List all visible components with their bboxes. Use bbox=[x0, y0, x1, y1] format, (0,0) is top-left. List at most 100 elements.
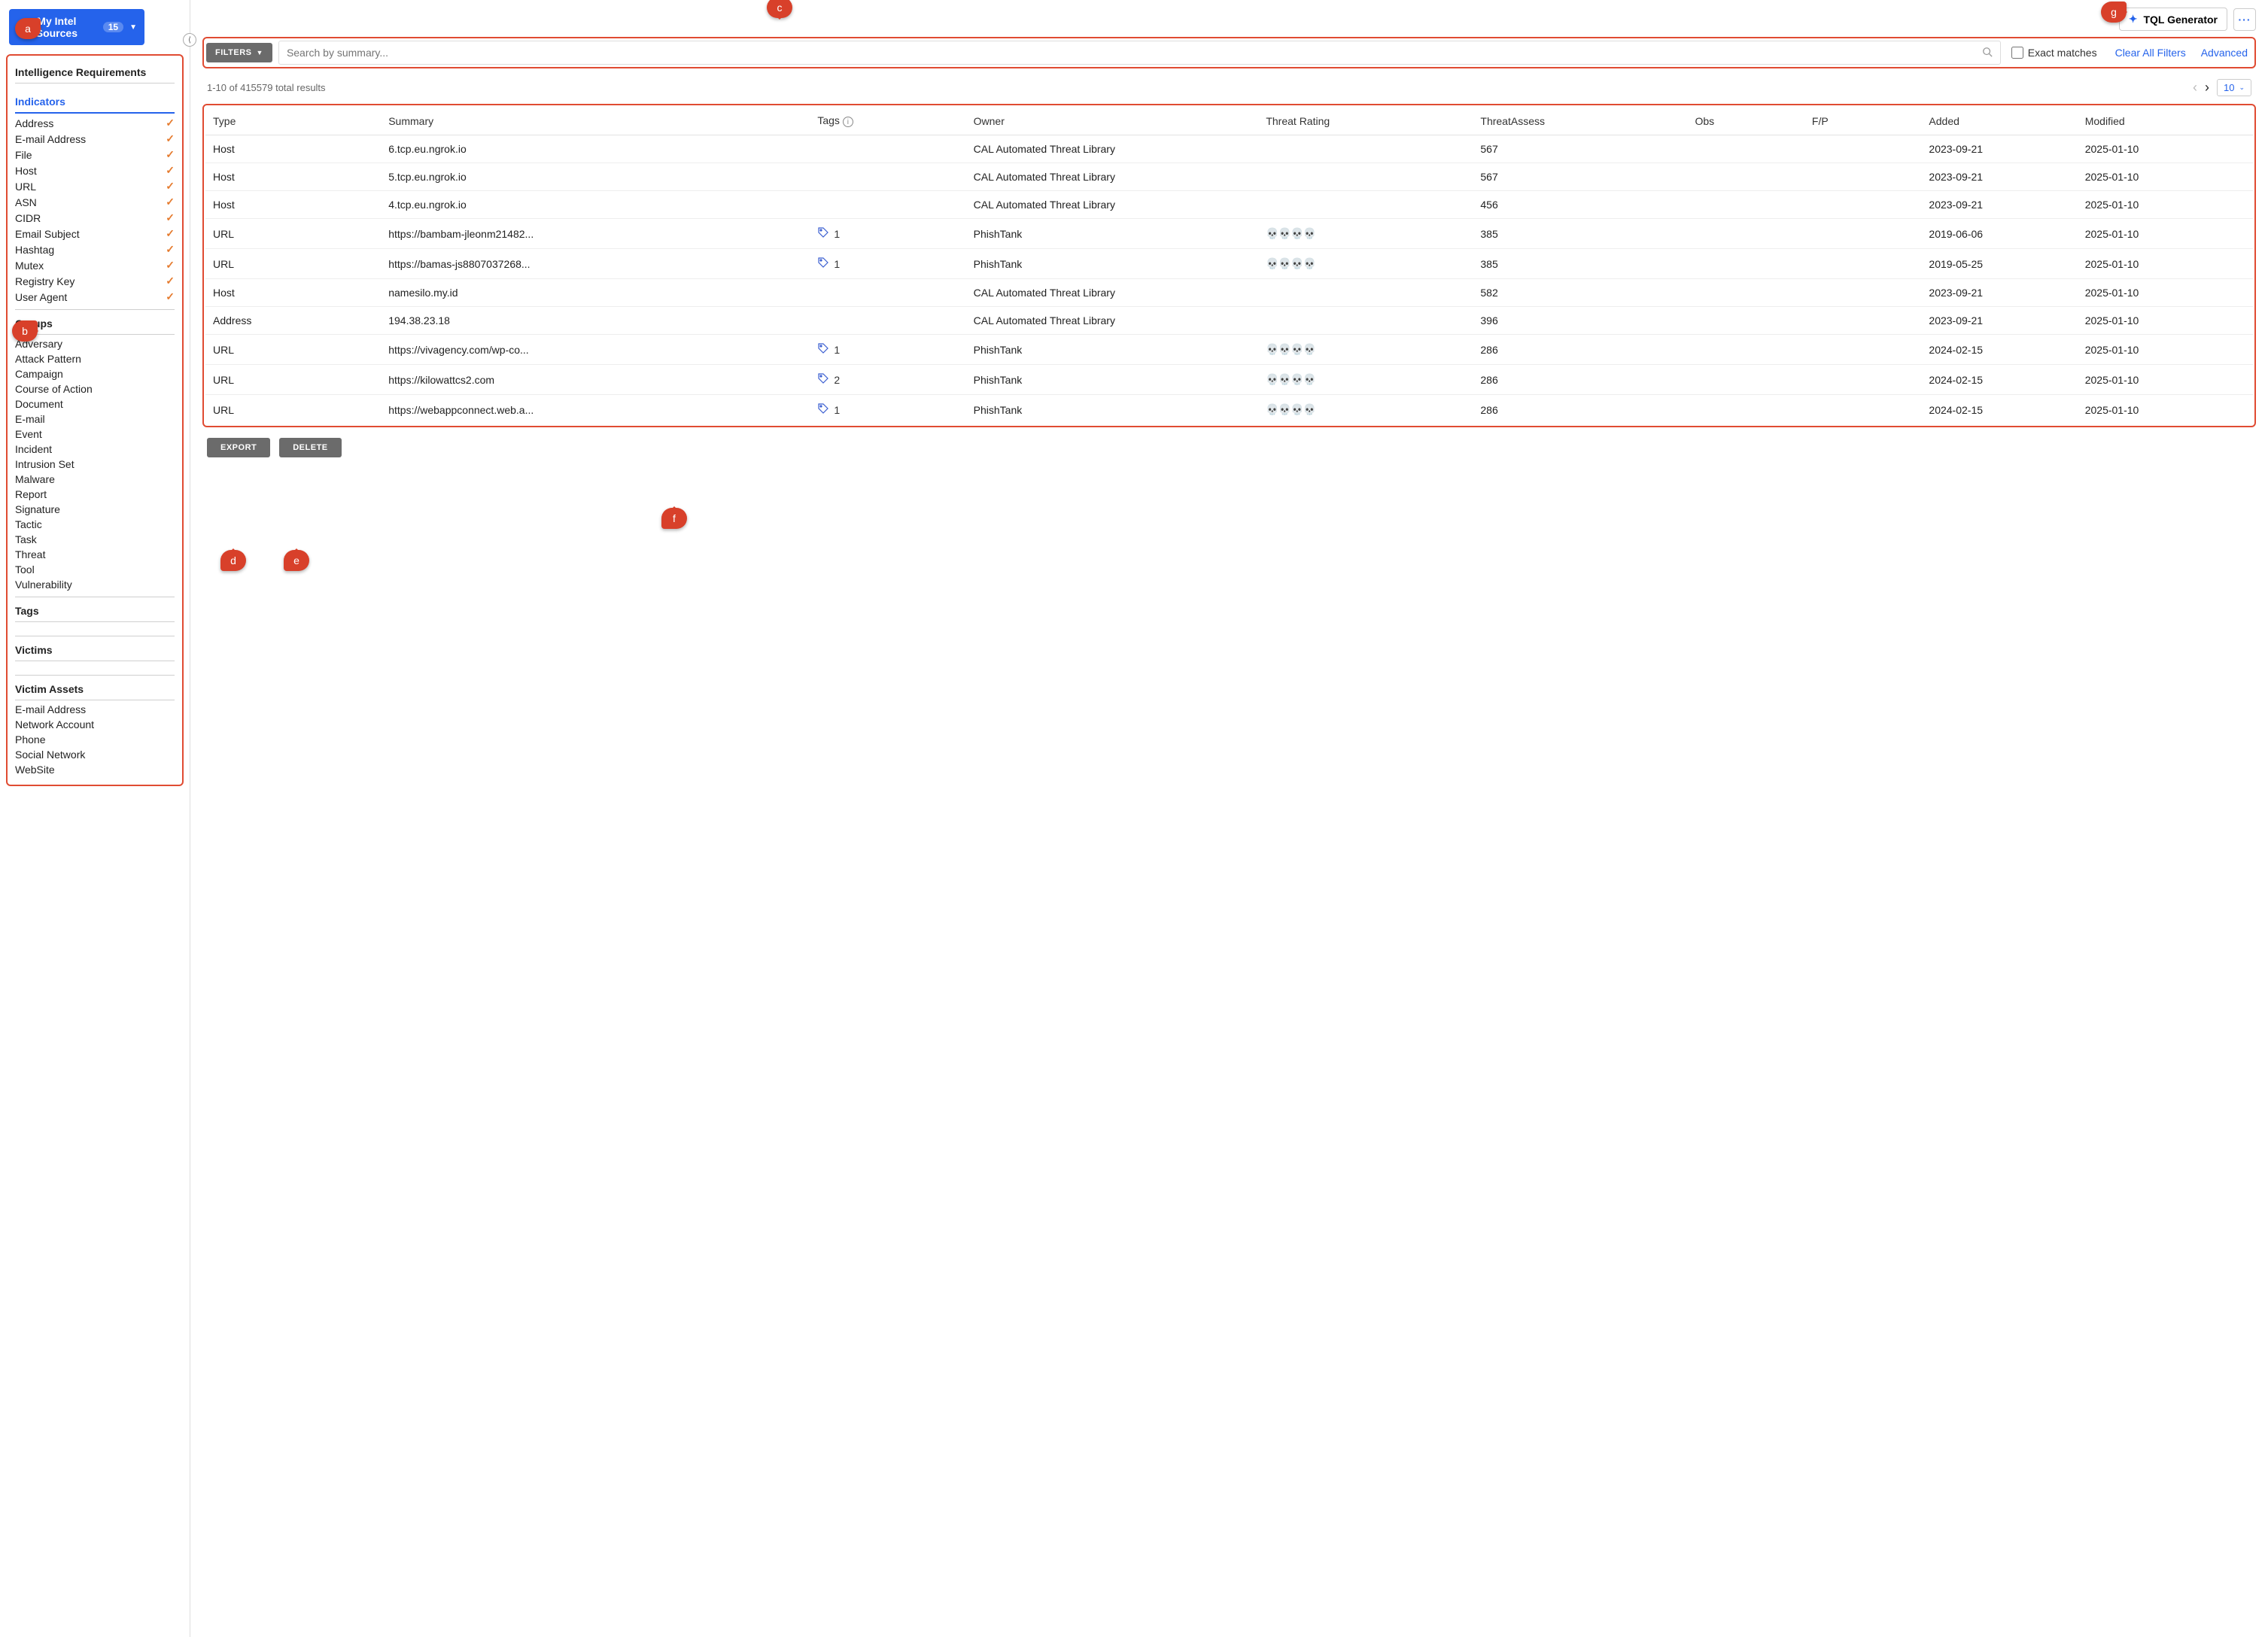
tql-generator-button[interactable]: ✦ TQL Generator bbox=[2119, 8, 2227, 31]
indicator-item[interactable]: Registry Key✓ bbox=[15, 273, 175, 289]
group-item[interactable]: Document bbox=[15, 396, 175, 412]
group-item[interactable]: Vulnerability bbox=[15, 577, 175, 592]
col-modified[interactable]: Modified bbox=[2078, 107, 2253, 135]
table-row[interactable]: URL https://webappconnect.web.a... 1 Phi… bbox=[205, 395, 2253, 425]
victim-asset-item[interactable]: Network Account bbox=[15, 717, 175, 732]
export-button[interactable]: EXPORT bbox=[207, 438, 270, 457]
table-row[interactable]: URL https://bambam-jleonm21482... 1 Phis… bbox=[205, 219, 2253, 249]
section-intelligence-requirements[interactable]: Intelligence Requirements bbox=[15, 62, 175, 84]
col-assess[interactable]: ThreatAssess bbox=[1473, 107, 1687, 135]
group-item[interactable]: Event bbox=[15, 427, 175, 442]
group-item[interactable]: Attack Pattern bbox=[15, 351, 175, 366]
indicator-label: Registry Key bbox=[15, 275, 74, 287]
cell-summary[interactable]: https://vivagency.com/wp-co... bbox=[381, 335, 810, 365]
group-item[interactable]: Tactic bbox=[15, 517, 175, 532]
indicator-item[interactable]: Hashtag✓ bbox=[15, 241, 175, 257]
search-input[interactable] bbox=[287, 47, 1982, 59]
cell-fp bbox=[1804, 163, 1921, 191]
indicator-item[interactable]: URL✓ bbox=[15, 178, 175, 194]
cell-fp bbox=[1804, 191, 1921, 219]
col-owner[interactable]: Owner bbox=[966, 107, 1259, 135]
cell-added: 2023-09-21 bbox=[1921, 191, 2077, 219]
cell-summary[interactable]: https://bamas-js8807037268... bbox=[381, 249, 810, 279]
table-row[interactable]: URL https://vivagency.com/wp-co... 1 Phi… bbox=[205, 335, 2253, 365]
cell-added: 2023-09-21 bbox=[1921, 163, 2077, 191]
cell-modified: 2025-01-10 bbox=[2078, 163, 2253, 191]
group-label: Task bbox=[15, 533, 37, 545]
victim-asset-item[interactable]: WebSite bbox=[15, 762, 175, 777]
exact-matches-toggle[interactable]: Exact matches bbox=[2001, 47, 2108, 59]
delete-button[interactable]: DELETE bbox=[279, 438, 341, 457]
clear-filters-link[interactable]: Clear All Filters bbox=[2108, 47, 2194, 59]
group-item[interactable]: Campaign bbox=[15, 366, 175, 381]
cell-type: URL bbox=[205, 335, 381, 365]
section-tags[interactable]: Tags bbox=[15, 600, 175, 622]
group-item[interactable]: Course of Action bbox=[15, 381, 175, 396]
exact-matches-checkbox[interactable] bbox=[2011, 47, 2023, 59]
advanced-link[interactable]: Advanced bbox=[2194, 47, 2252, 59]
group-item[interactable]: Intrusion Set bbox=[15, 457, 175, 472]
col-summary[interactable]: Summary bbox=[381, 107, 810, 135]
group-item[interactable]: Tool bbox=[15, 562, 175, 577]
group-item[interactable]: E-mail bbox=[15, 412, 175, 427]
cell-added: 2019-06-06 bbox=[1921, 219, 2077, 249]
indicator-item[interactable]: ASN✓ bbox=[15, 194, 175, 210]
table-row[interactable]: Host namesilo.my.id CAL Automated Threat… bbox=[205, 279, 2253, 307]
group-item[interactable]: Signature bbox=[15, 502, 175, 517]
col-rating[interactable]: Threat Rating bbox=[1258, 107, 1473, 135]
chevron-down-icon: ▼ bbox=[129, 23, 137, 32]
cell-summary[interactable]: https://webappconnect.web.a... bbox=[381, 395, 810, 425]
info-icon[interactable]: i bbox=[843, 117, 853, 127]
table-row[interactable]: Address 194.38.23.18 CAL Automated Threa… bbox=[205, 307, 2253, 335]
indicator-item[interactable]: User Agent✓ bbox=[15, 289, 175, 305]
group-item[interactable]: Incident bbox=[15, 442, 175, 457]
more-actions-button[interactable]: ··· bbox=[2233, 8, 2256, 31]
indicator-item[interactable]: Host✓ bbox=[15, 162, 175, 178]
table-row[interactable]: Host 5.tcp.eu.ngrok.io CAL Automated Thr… bbox=[205, 163, 2253, 191]
indicator-item[interactable]: Address✓ bbox=[15, 115, 175, 131]
cell-tags: 1 bbox=[810, 335, 965, 365]
cell-summary[interactable]: 4.tcp.eu.ngrok.io bbox=[381, 191, 810, 219]
section-indicators[interactable]: Indicators bbox=[15, 91, 175, 114]
victim-asset-item[interactable]: Phone bbox=[15, 732, 175, 747]
col-type[interactable]: Type bbox=[205, 107, 381, 135]
col-fp[interactable]: F/P bbox=[1804, 107, 1921, 135]
indicator-item[interactable]: File✓ bbox=[15, 147, 175, 162]
indicator-item[interactable]: CIDR✓ bbox=[15, 210, 175, 226]
section-victims[interactable]: Victims bbox=[15, 639, 175, 661]
col-added[interactable]: Added bbox=[1921, 107, 2077, 135]
cell-summary[interactable]: 5.tcp.eu.ngrok.io bbox=[381, 163, 810, 191]
sidebar-categories: Intelligence Requirements Indicators Add… bbox=[6, 54, 184, 786]
victim-asset-item[interactable]: Social Network bbox=[15, 747, 175, 762]
page-size-select[interactable]: 10 ⌄ bbox=[2217, 79, 2251, 96]
col-tags[interactable]: Tagsi bbox=[810, 107, 965, 135]
cell-added: 2024-02-15 bbox=[1921, 365, 2077, 395]
cell-summary[interactable]: https://kilowattcs2.com bbox=[381, 365, 810, 395]
indicator-item[interactable]: E-mail Address✓ bbox=[15, 131, 175, 147]
next-page-button[interactable]: › bbox=[2205, 80, 2209, 96]
cell-summary[interactable]: https://bambam-jleonm21482... bbox=[381, 219, 810, 249]
victim-asset-item[interactable]: E-mail Address bbox=[15, 702, 175, 717]
group-item[interactable]: Adversary bbox=[15, 336, 175, 351]
cell-assess: 385 bbox=[1473, 249, 1687, 279]
cell-summary[interactable]: 194.38.23.18 bbox=[381, 307, 810, 335]
group-item[interactable]: Task bbox=[15, 532, 175, 547]
table-row[interactable]: URL https://kilowattcs2.com 2 PhishTank … bbox=[205, 365, 2253, 395]
cell-summary[interactable]: namesilo.my.id bbox=[381, 279, 810, 307]
filters-button[interactable]: FILTERS ▼ bbox=[206, 43, 272, 62]
check-icon: ✓ bbox=[166, 259, 175, 272]
cell-summary[interactable]: 6.tcp.eu.ngrok.io bbox=[381, 135, 810, 163]
table-row[interactable]: Host 4.tcp.eu.ngrok.io CAL Automated Thr… bbox=[205, 191, 2253, 219]
cell-assess: 396 bbox=[1473, 307, 1687, 335]
group-item[interactable]: Threat bbox=[15, 547, 175, 562]
group-item[interactable]: Report bbox=[15, 487, 175, 502]
section-victim-assets[interactable]: Victim Assets bbox=[15, 679, 175, 700]
indicator-item[interactable]: Mutex✓ bbox=[15, 257, 175, 273]
table-row[interactable]: URL https://bamas-js8807037268... 1 Phis… bbox=[205, 249, 2253, 279]
prev-page-button[interactable]: ‹ bbox=[2193, 80, 2197, 96]
group-item[interactable]: Malware bbox=[15, 472, 175, 487]
indicator-item[interactable]: Email Subject✓ bbox=[15, 226, 175, 241]
col-obs[interactable]: Obs bbox=[1687, 107, 1804, 135]
table-row[interactable]: Host 6.tcp.eu.ngrok.io CAL Automated Thr… bbox=[205, 135, 2253, 163]
cell-assess: 286 bbox=[1473, 365, 1687, 395]
